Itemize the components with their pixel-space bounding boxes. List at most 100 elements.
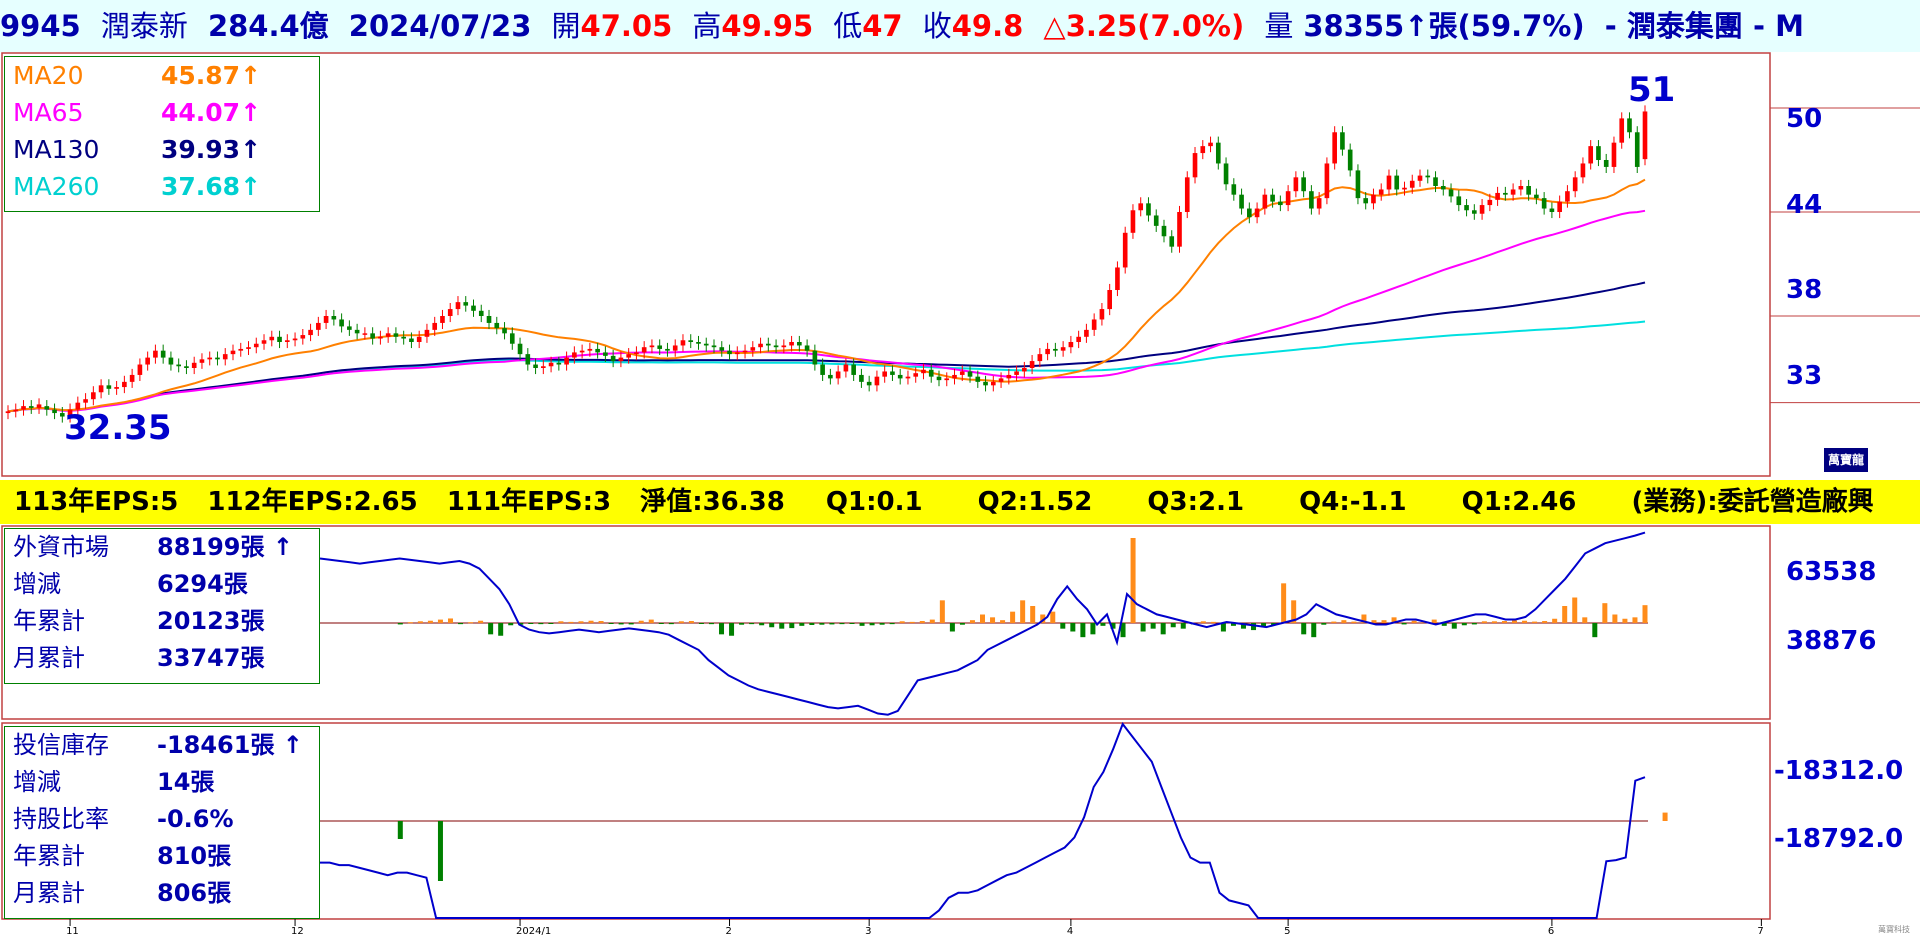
eps-111: 111年EPS:3 <box>446 487 612 517</box>
foreign-net-bar <box>628 623 634 625</box>
foreign-net-bar <box>1160 623 1166 635</box>
candle-body <box>603 352 608 356</box>
candle-body <box>1440 186 1446 190</box>
candle-body <box>1332 132 1337 164</box>
foreign-net-bar <box>1491 621 1497 623</box>
trust-net-bars <box>397 812 1668 881</box>
price-gridlines <box>1770 107 1920 404</box>
candle-body <box>1634 132 1640 167</box>
candle-body <box>1316 198 1322 209</box>
foreign-net-bar <box>1301 623 1307 635</box>
foreign-net-bar <box>568 621 574 623</box>
candle-body <box>52 409 57 414</box>
candle-body <box>1285 191 1291 206</box>
candle-body <box>191 362 197 368</box>
candle-body <box>618 357 624 362</box>
candle-body <box>1534 194 1539 199</box>
foreign-net-bar <box>1130 538 1136 623</box>
candle-body <box>657 345 663 349</box>
candle-body <box>478 310 484 316</box>
candle-body <box>1184 177 1190 212</box>
candle-body <box>122 381 127 388</box>
stock-chart-window: 9945 潤泰新 284.4億 2024/07/23 開47.05 高49.95… <box>0 0 1920 937</box>
foreign-legend-row: 增減 6294張 <box>5 566 319 603</box>
candle-body <box>215 357 220 360</box>
foreign-legend-row: 月累計 33747張 <box>5 640 319 677</box>
candle-body <box>1565 191 1570 202</box>
candle-body <box>1417 175 1423 181</box>
candle-body <box>905 376 911 379</box>
foreign-holding-name: 外資市場 <box>13 533 109 561</box>
trust-legend-row: 投信庫存 -18461張 ↑ <box>5 727 319 764</box>
candle-body <box>1122 232 1128 268</box>
x-tick-label: 12 <box>291 926 304 937</box>
candle-body <box>378 336 383 339</box>
candle-body <box>758 343 763 348</box>
x-tick-label: 11 <box>66 926 79 937</box>
candle-body <box>1270 194 1275 202</box>
candle-body <box>1642 111 1648 160</box>
foreign-net-bar <box>528 623 534 624</box>
candle-body <box>641 347 647 353</box>
candle-body <box>1239 194 1244 209</box>
candle-body <box>1472 210 1477 214</box>
foreign-net-bar <box>1090 623 1096 635</box>
foreign-net-bar <box>638 620 644 623</box>
trust-change-name: 增減 <box>13 768 61 796</box>
candle-body <box>230 350 236 355</box>
candle-body <box>843 364 849 372</box>
candle-body <box>137 364 143 375</box>
foreign-net-bar <box>1552 618 1558 623</box>
candle-body <box>401 336 406 339</box>
foreign-net-bar <box>1632 617 1638 623</box>
foreign-net-bar <box>1481 621 1487 623</box>
trust-change-value: 14張 <box>157 768 215 796</box>
foreign-net-bar <box>1140 623 1146 632</box>
candle-body <box>595 348 600 353</box>
foreign-net-bar <box>739 623 745 625</box>
candle-body <box>1161 225 1167 237</box>
brand-logo: 萬寶龍 <box>1824 448 1868 472</box>
ma-legend-row: MA260 37.68↑ <box>5 168 319 205</box>
foreign-net-bar <box>1321 623 1327 625</box>
candle-body <box>835 371 841 379</box>
candle-body <box>1099 309 1105 320</box>
trust-mtd-name: 月累計 <box>13 879 85 907</box>
candle-body <box>564 357 569 365</box>
candle-body <box>1029 361 1035 368</box>
candle-body <box>890 371 895 375</box>
candle-body <box>866 381 872 386</box>
foreign-net-bar <box>1512 620 1518 623</box>
foreign-legend-row: 年累計 20123張 <box>5 603 319 640</box>
candle-body <box>1247 208 1252 218</box>
foreign-net-bar <box>1030 606 1036 623</box>
candle-body <box>1037 354 1043 362</box>
candle-body <box>1510 189 1516 195</box>
foreign-net-bar <box>809 623 815 625</box>
candle-body <box>1215 142 1221 164</box>
foreign-net-bar <box>1210 621 1216 623</box>
foreign-net-bar <box>1080 623 1086 638</box>
candle-body <box>859 374 864 382</box>
foreign-net-bar <box>1562 606 1568 623</box>
candle-body <box>98 385 104 393</box>
candle-body <box>28 406 34 408</box>
foreign-net-bar <box>1070 623 1076 632</box>
candle-body <box>897 374 903 379</box>
foreign-net-bar <box>1331 621 1337 623</box>
candle-body <box>21 406 26 410</box>
candle-body <box>688 340 694 342</box>
price-tick-33: 33 <box>1786 361 1823 391</box>
candle-body <box>176 364 181 367</box>
candle-body <box>1153 215 1159 226</box>
foreign-net-bar <box>427 620 433 623</box>
candle-body <box>804 345 810 351</box>
trust-tick-high: -18312.0 <box>1774 756 1904 786</box>
foreign-net-bar <box>538 623 544 625</box>
candle-body <box>587 348 593 351</box>
candle-body <box>1254 208 1260 218</box>
foreign-tick-low: 38876 <box>1786 626 1877 656</box>
candle-body <box>1200 146 1206 154</box>
ma130-line <box>7 281 1646 413</box>
foreign-net-bar <box>779 623 785 629</box>
